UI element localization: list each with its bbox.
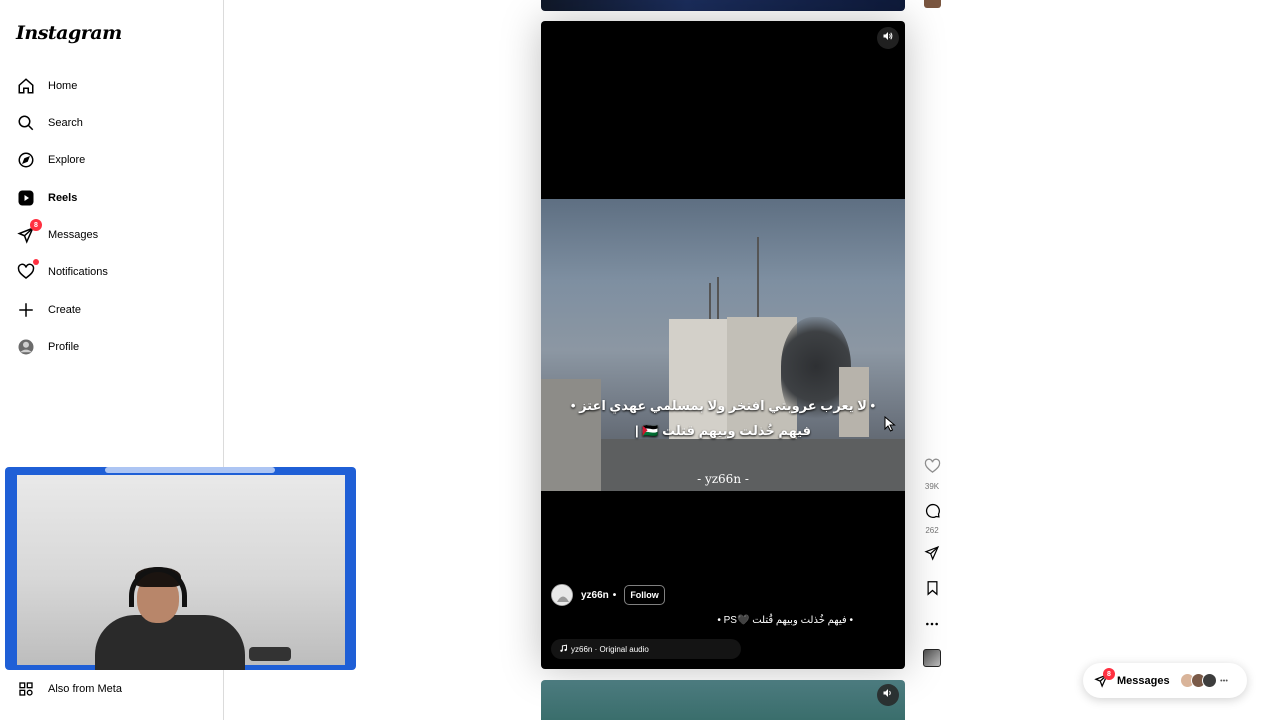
antenna [757, 237, 759, 317]
comment-button[interactable]: 262 [920, 502, 944, 535]
sidebar-item-label: Reels [48, 192, 78, 204]
sidebar-item-profile[interactable]: Profile [14, 332, 210, 362]
bookmark-icon [925, 580, 940, 601]
messenger-icon: 8 [16, 219, 42, 245]
notification-dot [33, 259, 39, 265]
also-from-meta-label: Also from Meta [48, 683, 122, 695]
webcam-frame-decoration [105, 467, 275, 473]
sidebar-item-search[interactable]: Search [14, 108, 210, 138]
video-watermark: - yz66n - [697, 472, 749, 486]
webcam-overlay [5, 467, 356, 670]
heart-icon [16, 259, 39, 282]
speaker-icon [882, 29, 894, 47]
more-icon [925, 614, 939, 632]
messenger-icon: 8 [1094, 668, 1115, 688]
author-avatar[interactable] [551, 584, 573, 606]
comment-icon [924, 502, 941, 524]
search-icon [16, 113, 36, 133]
original-audio-link[interactable]: yz66n · Original audio [551, 639, 741, 659]
more-options-button[interactable] [920, 614, 944, 632]
sidebar-item-label: Search [48, 117, 83, 129]
sidebar-item-label: Profile [48, 341, 80, 353]
plus-icon [16, 300, 36, 320]
antenna [717, 277, 719, 319]
reel-description[interactable]: • فيهم خُذلت وبيهم قُتلت 🖤PS • [717, 615, 853, 626]
compass-icon [16, 150, 36, 170]
follow-button[interactable]: Follow [624, 585, 665, 605]
webcam-video [17, 475, 345, 670]
reels-icon [16, 188, 36, 208]
music-note-icon [559, 644, 568, 655]
speaker-icon [882, 686, 894, 704]
chair [249, 647, 291, 661]
avatar [16, 337, 36, 357]
previous-reel-audio-thumb[interactable] [924, 0, 941, 8]
sidebar-item-label: Messages [48, 229, 99, 241]
like-button[interactable]: 39K [920, 458, 944, 491]
mute-button[interactable] [877, 27, 899, 49]
mute-button[interactable] [877, 684, 899, 706]
messages-label: Messages [1117, 674, 1170, 687]
also-from-meta[interactable]: Also from Meta [14, 674, 122, 704]
sidebar-item-explore[interactable]: Explore [14, 145, 210, 175]
sidebar-item-create[interactable]: Create [14, 295, 210, 325]
comment-count: 262 [925, 526, 939, 535]
share-icon [924, 545, 940, 566]
audio-thumbnail[interactable] [923, 649, 941, 667]
separator-dot: • [612, 589, 617, 601]
next-reel-video[interactable] [541, 680, 905, 720]
messages-badge: 8 [30, 219, 42, 231]
like-count: 39K [924, 482, 940, 491]
author-username[interactable]: yz66n [581, 590, 609, 601]
sidebar-item-label: Home [48, 80, 78, 92]
antenna [709, 283, 711, 319]
save-button[interactable] [920, 580, 944, 601]
more-icon [1219, 679, 1228, 682]
caption-line-1: • لا يعرب عروبتي افتخر ولا بمسلمي عهدي ا… [570, 398, 876, 413]
instagram-logo[interactable]: Instagram [16, 22, 122, 44]
recent-contacts [1179, 673, 1217, 688]
sidebar-item-label: Explore [48, 154, 86, 166]
home-icon [16, 76, 36, 96]
avatar [1201, 673, 1217, 688]
person-body [95, 615, 245, 670]
meta-icon [16, 679, 36, 699]
share-button[interactable] [920, 545, 944, 566]
reel-author: yz66n • Follow [551, 584, 665, 606]
reel-video[interactable]: • لا يعرب عروبتي افتخر ولا بمسلمي عهدي ا… [541, 21, 905, 669]
heart-icon [924, 458, 941, 480]
sidebar-item-home[interactable]: Home [14, 71, 210, 101]
sidebar-item-label: Notifications [48, 266, 108, 278]
sidebar-item-reels[interactable]: Reels [14, 183, 210, 213]
sidebar-item-notifications[interactable]: Notifications [14, 257, 210, 287]
previous-reel-video[interactable] [541, 0, 905, 11]
reel-video-frame [541, 199, 905, 491]
audio-label: yz66n · Original audio [571, 644, 649, 654]
caption-line-2: فيهم خُذلت وبيهم قتلت 🇵🇸 | [635, 423, 811, 438]
messages-badge: 8 [1103, 668, 1115, 680]
messages-floating-button[interactable]: 8 Messages [1083, 663, 1247, 698]
sidebar-item-label: Create [48, 304, 82, 316]
sidebar-item-messages[interactable]: 8 Messages [14, 219, 210, 250]
